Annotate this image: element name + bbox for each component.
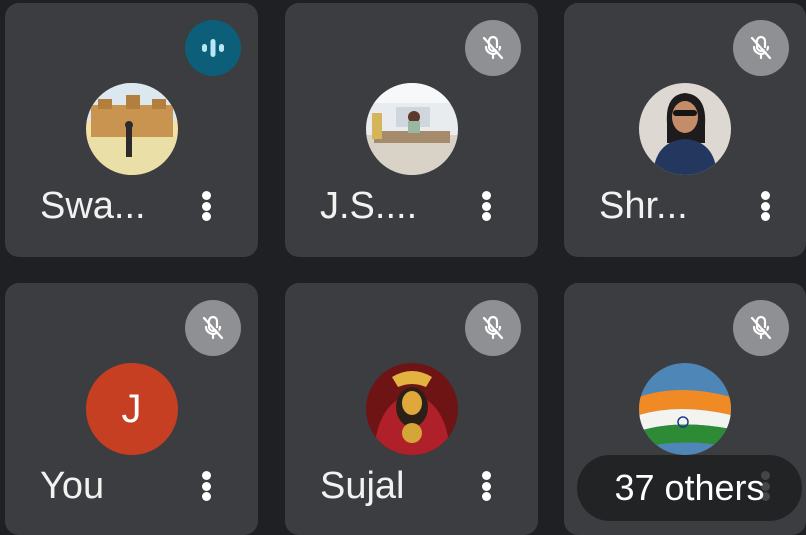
mic-off-icon [733, 300, 789, 356]
participant-name: Sujal [320, 465, 405, 507]
more-options-icon[interactable] [754, 185, 776, 227]
participant-tile[interactable]: Swa... [5, 3, 258, 257]
mic-off-icon [185, 300, 241, 356]
participant-tile[interactable]: Shr... [564, 3, 806, 257]
avatar [365, 363, 458, 455]
participant-name: You [40, 465, 105, 507]
mic-off-icon [733, 20, 789, 76]
participant-name: J.S.... [320, 185, 418, 227]
others-count-button[interactable]: 37 others [577, 455, 802, 521]
mic-off-icon [465, 300, 521, 356]
participant-tile[interactable]: Sujal [285, 283, 538, 535]
avatar [639, 83, 731, 175]
participant-name: Swa... [40, 185, 146, 227]
participant-name: Shr... [599, 185, 688, 227]
avatar [85, 83, 178, 175]
participant-tile[interactable]: J You [5, 283, 258, 535]
avatar: J [85, 363, 178, 455]
more-options-icon[interactable] [475, 465, 497, 507]
mic-off-icon [465, 20, 521, 76]
more-options-icon[interactable] [195, 185, 217, 227]
speaking-indicator-icon [185, 20, 241, 76]
avatar [365, 83, 458, 175]
avatar [639, 363, 731, 455]
participant-tile[interactable]: J.S.... [285, 3, 538, 257]
more-options-icon[interactable] [475, 185, 497, 227]
more-options-icon[interactable] [195, 465, 217, 507]
